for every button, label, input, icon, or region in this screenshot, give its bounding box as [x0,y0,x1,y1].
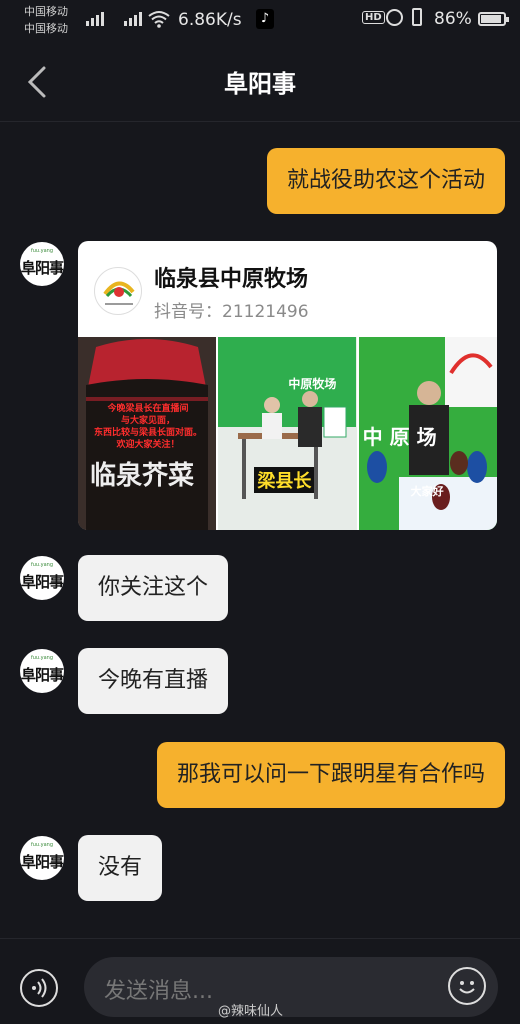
input-placeholder: 发送消息... [104,979,213,1004]
network-speed: 6.86K/s [178,10,242,30]
battery-percent: 86% [434,9,472,29]
message-bubble-outgoing[interactable]: 那我可以问一下跟明星有合作吗 [156,742,505,808]
signal-icon [86,12,104,26]
jar-label: 临泉芥菜 [90,461,195,491]
profile-name: 临泉县中原牧场 [154,267,309,292]
battery-icon [478,12,509,26]
nav-bar: 阜阳事 [0,40,520,122]
video-caption: 梁县长 [254,467,315,493]
hd-badge: HD [362,11,385,24]
tiktok-icon: ♪ [256,9,274,29]
carrier-1: 中国移动 [24,5,68,18]
carrier-2: 中国移动 [24,22,68,35]
profile-logo [94,267,142,315]
message-bubble-incoming[interactable]: 你关注这个 [78,555,229,621]
video-thumbnails: 今晚梁县长在直播间 与大家见面， 东西比较与梁县长面对面。 欢迎大家关注！ 临泉… [78,337,497,530]
background-sign: 中原牧场 [288,377,337,391]
avatar[interactable]: fuu.yang 阜阳事 [20,836,64,880]
message-bubble-incoming[interactable]: 今晚有直播 [78,648,229,714]
background-sign: 中 原 场 [362,425,437,449]
watermark: @辣味仙人 [218,1004,284,1019]
video-caption: 大家好 [410,485,444,498]
avatar[interactable]: fuu.yang 阜阳事 [20,556,64,600]
video-thumbnail[interactable]: 中原牧场 梁县长 [218,337,357,530]
page-title: 阜阳事 [224,70,296,98]
emoji-icon[interactable] [448,967,486,1005]
profile-douyin-id: 抖音号：21121496 [154,302,309,322]
voice-icon[interactable] [20,969,58,1007]
avatar[interactable]: fuu.yang 阜阳事 [20,242,64,286]
message-bubble-incoming[interactable]: 没有 [78,835,163,901]
signal-icon [124,12,142,26]
message-bubble-outgoing[interactable]: 就战役助农这个活动 [266,148,505,214]
vibrate-icon [412,8,422,26]
message-input[interactable]: 发送消息... [84,957,498,1017]
wifi-icon [148,11,170,28]
shared-profile-card[interactable]: 临泉县中原牧场 抖音号：21121496 今晚梁县长在直播间 与大家见面， 东西… [78,241,497,530]
alarm-icon [386,9,403,26]
overlay-text: 今晚梁县长在直播间 与大家见面， 东西比较与梁县长面对面。 欢迎大家关注！ [93,404,202,450]
avatar[interactable]: fuu.yang 阜阳事 [20,649,64,693]
status-bar: 中国移动 中国移动 6.86K/s ♪ HD 86% [0,0,520,40]
video-thumbnail[interactable]: 今晚梁县长在直播间 与大家见面， 东西比较与梁县长面对面。 欢迎大家关注！ 临泉… [78,337,217,530]
video-thumbnail[interactable]: 中 原 场 大家好 [358,337,497,530]
